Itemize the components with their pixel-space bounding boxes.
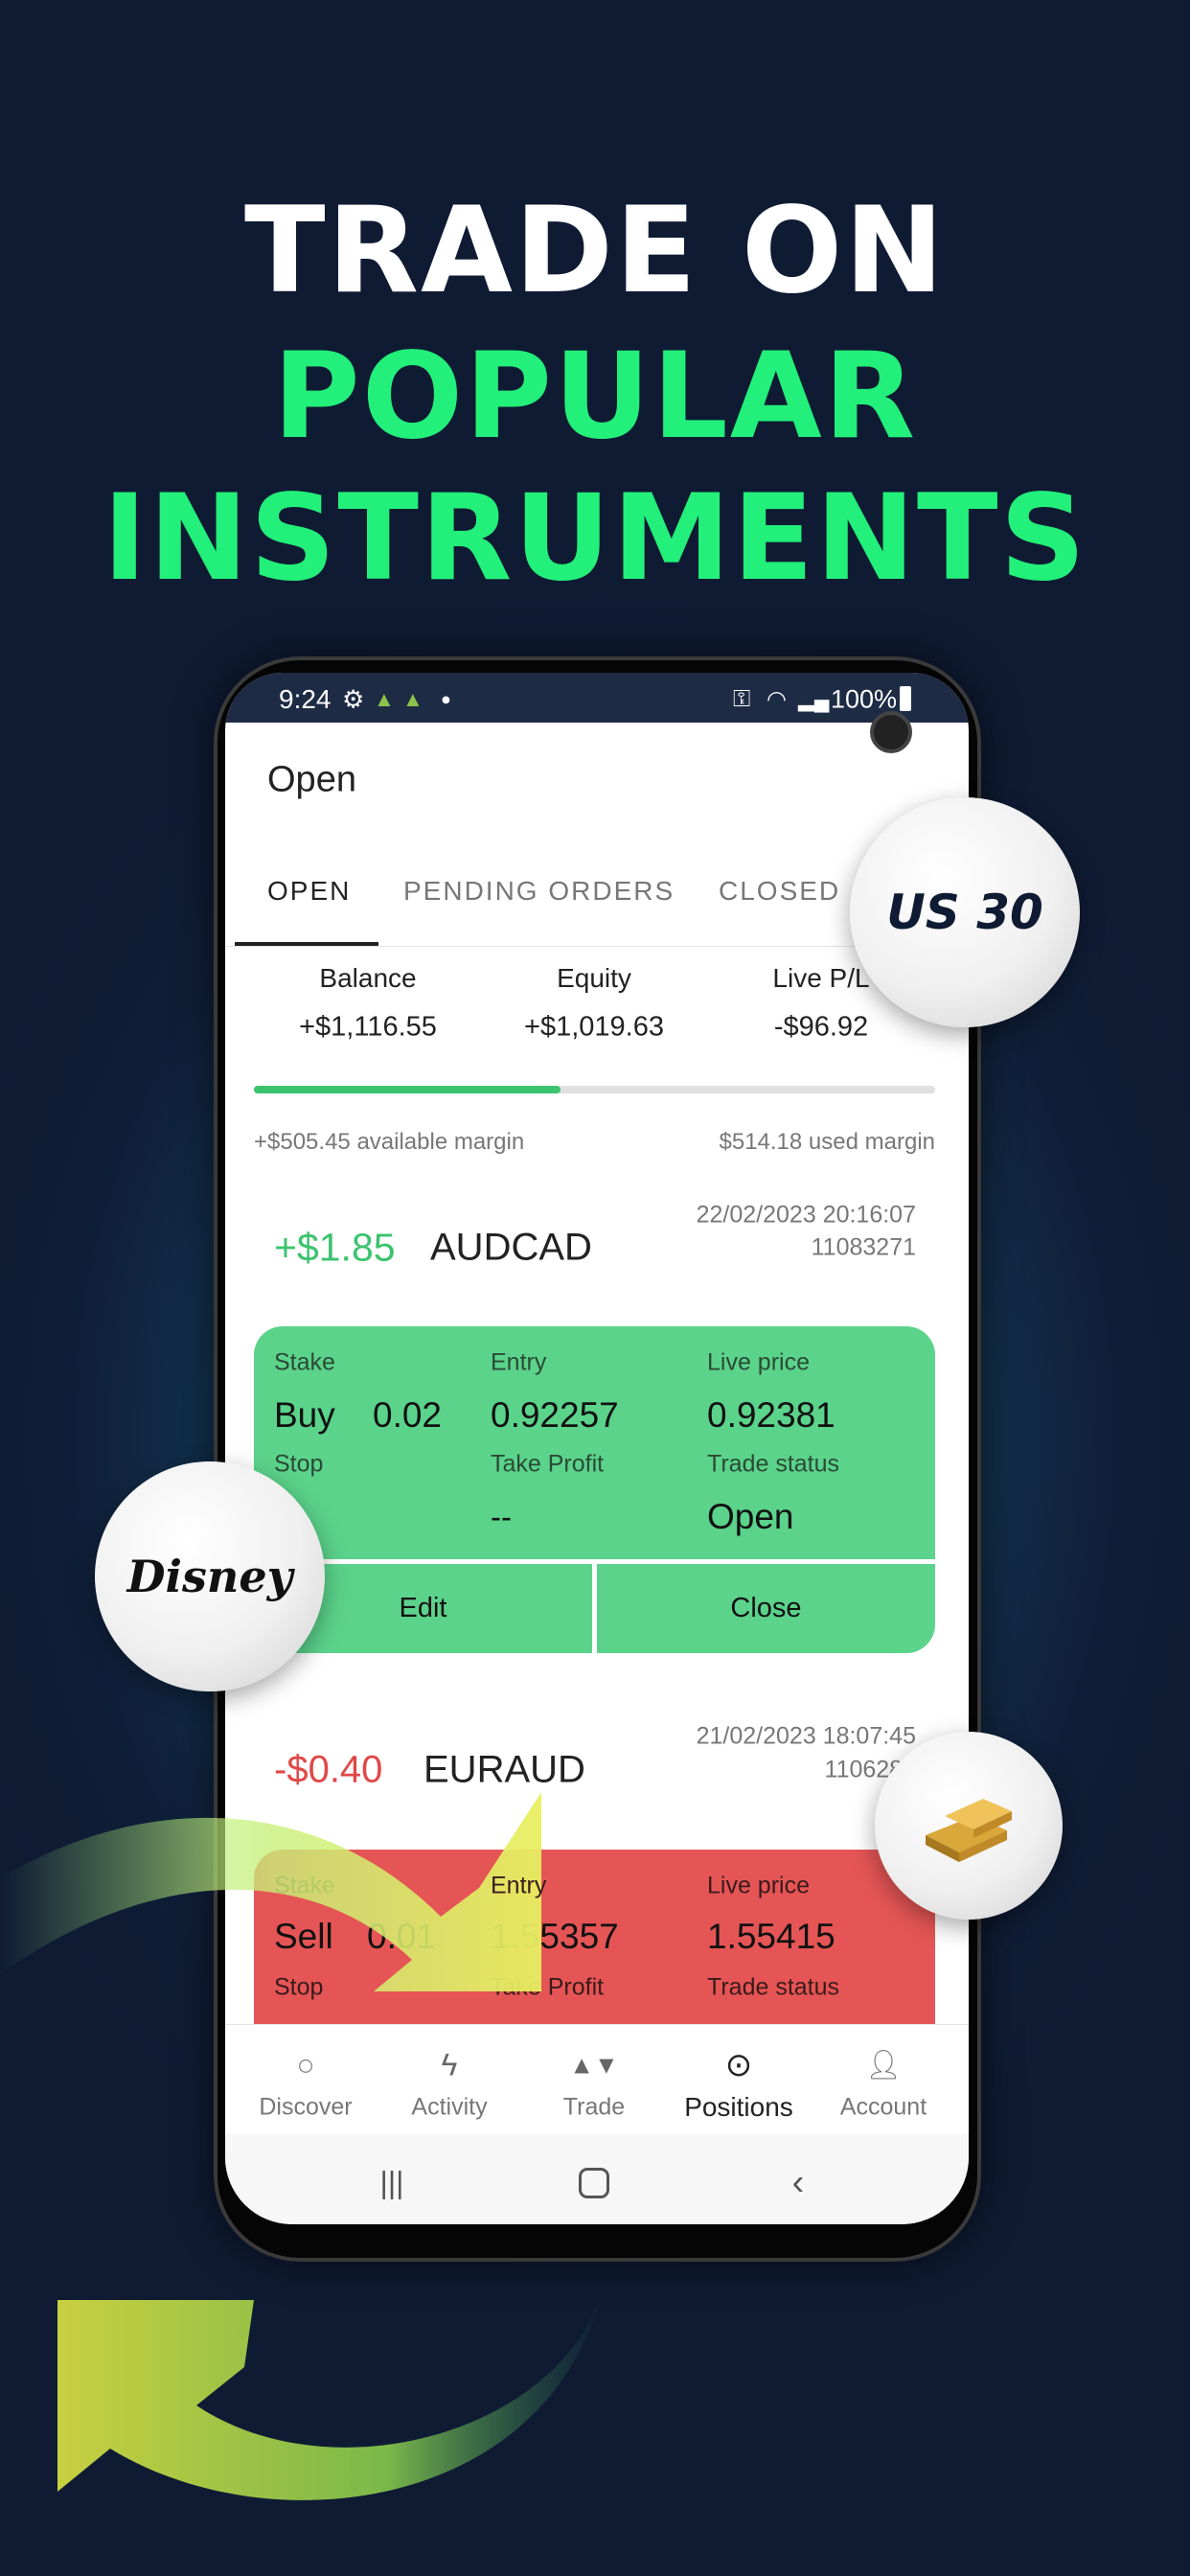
headline-line1: TRADE ON (243, 182, 947, 320)
status-bar: 9:24 ⚙ ▲ ▲ ● ⚿ ◠ ▂▄ 100% (225, 673, 969, 723)
home-icon[interactable] (579, 2168, 609, 2198)
camera-hole (870, 711, 912, 753)
margin-progress-fill (254, 1086, 561, 1093)
trade-symbol: AUDCAD (430, 1226, 592, 1269)
tab-closed[interactable]: CLOSED (719, 876, 840, 907)
equity-value: +$1,019.63 (524, 1011, 664, 1043)
used-margin: $514.18 used margin (719, 1129, 936, 1155)
target-icon[interactable]: ⊙ (725, 2046, 753, 2084)
balance-value: +$1,116.55 (299, 1011, 437, 1043)
gold-bubble (875, 1732, 1063, 1920)
nav-positions[interactable]: Positions (684, 2092, 793, 2123)
tab-pending-orders[interactable]: PENDING ORDERS (403, 876, 675, 907)
arrow-shape (57, 2262, 608, 2500)
trade-datetime: 22/02/2023 20:16:07 (696, 1201, 916, 1229)
headline-line3: INSTRUMENTS (103, 470, 1087, 608)
entry-label: Entry (491, 1872, 547, 1899)
status-time: 9:24 (279, 684, 332, 714)
stake-value: 0.02 (373, 1395, 443, 1435)
gear-icon: ⚙ (342, 684, 365, 714)
signal-icon: ▂▄ (798, 687, 830, 711)
key-icon: ⚿ (733, 686, 751, 712)
search-icon[interactable]: ○ (296, 2048, 314, 2083)
take-profit-value: -- (491, 1499, 512, 1534)
trade-datetime: 21/02/2023 18:07:45 (696, 1722, 916, 1750)
recents-icon[interactable]: ||| (380, 2166, 404, 2201)
android-icon: ▲ (402, 687, 423, 711)
live-price-label: Live price (707, 1348, 810, 1376)
trade-pl: +$1.85 (274, 1225, 396, 1270)
curved-arrow-icon (0, 1792, 541, 1991)
trade-status-value: Open (707, 1497, 794, 1536)
live-price-label: Live price (707, 1872, 810, 1899)
battery-icon (900, 686, 911, 711)
balance-label: Balance (319, 963, 417, 993)
dot-icon: ● (441, 689, 451, 709)
live-price-value: 1.55415 (707, 1917, 835, 1956)
headline-line2: POPULAR (272, 328, 918, 466)
entry-label: Entry (491, 1348, 547, 1376)
lightning-icon[interactable]: ϟ (442, 2048, 458, 2083)
wifi-icon: ◠ (767, 686, 787, 713)
page-title: Open (267, 759, 356, 800)
trade-icon[interactable]: ▲▼ (569, 2051, 618, 2081)
live-pl-value: -$96.92 (773, 1011, 869, 1043)
battery-level: 100% (831, 684, 898, 714)
tab-open[interactable]: OPEN (267, 876, 351, 907)
stop-label: Stop (274, 1450, 324, 1478)
person-icon[interactable]: 👤︎ (865, 2049, 902, 2082)
trade-card: Stake Buy 0.02 Entry 0.92257 Live price … (254, 1326, 935, 1653)
live-pl-label: Live P/L (772, 963, 870, 993)
us30-bubble: US 30 (850, 797, 1080, 1027)
gold-bars-icon (926, 1799, 1012, 1862)
curved-arrow-icon (57, 2262, 608, 2500)
disney-bubble: Disney (95, 1461, 325, 1691)
nav-activity[interactable]: Activity (411, 2094, 487, 2122)
take-profit-label: Take Profit (491, 1450, 605, 1478)
entry-value: 0.92257 (491, 1395, 619, 1435)
back-icon[interactable]: ‹ (792, 2163, 805, 2204)
trade-id: 11083271 (811, 1233, 916, 1261)
trade-status-label: Trade status (707, 1973, 840, 2001)
arrow-shape (0, 1792, 541, 1991)
available-margin: +$505.45 available margin (254, 1129, 525, 1155)
android-icon: ▲ (374, 687, 395, 711)
disney-logo: Disney (126, 1551, 293, 1602)
trade-side: Buy (274, 1395, 335, 1435)
equity-label: Equity (557, 963, 631, 993)
nav-discover[interactable]: Discover (259, 2094, 352, 2122)
nav-trade[interactable]: Trade (563, 2094, 625, 2122)
live-price-value: 0.92381 (707, 1395, 835, 1435)
stake-label: Stake (274, 1348, 335, 1376)
trade-status-label: Trade status (707, 1450, 840, 1478)
nav-account[interactable]: Account (840, 2094, 927, 2122)
close-button[interactable]: Close (597, 1564, 935, 1653)
margin-progress-bar (254, 1086, 935, 1093)
us30-label: US 30 (886, 885, 1043, 940)
